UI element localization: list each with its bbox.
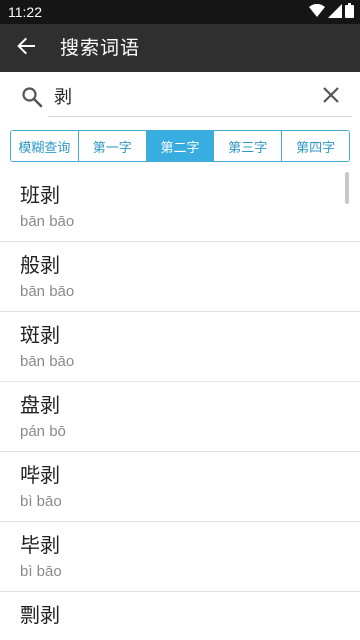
word-text: 班剥 (20, 183, 60, 207)
list-item[interactable]: 盘剥 pán bō (0, 382, 360, 452)
tab-first-char[interactable]: 第一字 (78, 131, 147, 161)
pinyin-text: bān bāo (20, 213, 75, 230)
tab-second-char[interactable]: 第二字 (146, 131, 215, 161)
pinyin-text: bì bāo (20, 563, 62, 580)
word-text: 盘剥 (20, 393, 60, 417)
search-icon (20, 85, 44, 109)
word-text: 哔剥 (20, 463, 60, 487)
search-bar (0, 72, 360, 122)
app-bar: 搜索词语 (0, 24, 360, 72)
search-input[interactable] (50, 82, 314, 110)
pinyin-text: bān bāo (20, 283, 75, 300)
search-mode-tabs: 模糊查询 第一字 第二字 第三字 第四字 (10, 130, 350, 162)
tab-fuzzy-search[interactable]: 模糊查询 (11, 131, 79, 161)
pinyin-text: pán bō (20, 423, 66, 440)
status-bar: 11:22 (0, 0, 360, 24)
list-item[interactable]: 毕剥 bì bāo (0, 522, 360, 592)
list-item[interactable]: 般剥 bān bāo (0, 242, 360, 312)
list-item[interactable]: 班剥 bān bāo (0, 172, 360, 242)
status-icons (309, 2, 354, 22)
clear-search-button[interactable] (320, 86, 342, 108)
back-button[interactable] (10, 32, 42, 64)
tab-third-char[interactable]: 第三字 (214, 131, 283, 161)
wifi-icon (309, 3, 325, 22)
arrow-left-icon (16, 36, 36, 60)
pinyin-text: bì bāo (20, 493, 62, 510)
list-item[interactable]: 哔剥 bì bāo (0, 452, 360, 522)
results-list: 班剥 bān bāo 般剥 bān bāo 斑剥 bān bāo 盘剥 pán … (0, 172, 360, 640)
word-text: 毕剥 (20, 533, 60, 557)
search-underline (48, 116, 352, 117)
tab-fourth-char[interactable]: 第四字 (282, 131, 349, 161)
word-text: 斑剥 (20, 323, 60, 347)
close-icon (322, 86, 340, 108)
word-text: 剽剥 (20, 603, 60, 627)
status-time: 11:22 (8, 4, 42, 20)
list-item[interactable]: 斑剥 bān bāo (0, 312, 360, 382)
word-text: 般剥 (20, 253, 60, 277)
list-scrollbar[interactable] (345, 172, 349, 204)
signal-icon (328, 3, 342, 22)
pinyin-text: bān bāo (20, 353, 75, 370)
list-item[interactable]: 剽剥 (0, 592, 360, 640)
page-title: 搜索词语 (60, 37, 141, 59)
battery-icon (345, 2, 354, 22)
